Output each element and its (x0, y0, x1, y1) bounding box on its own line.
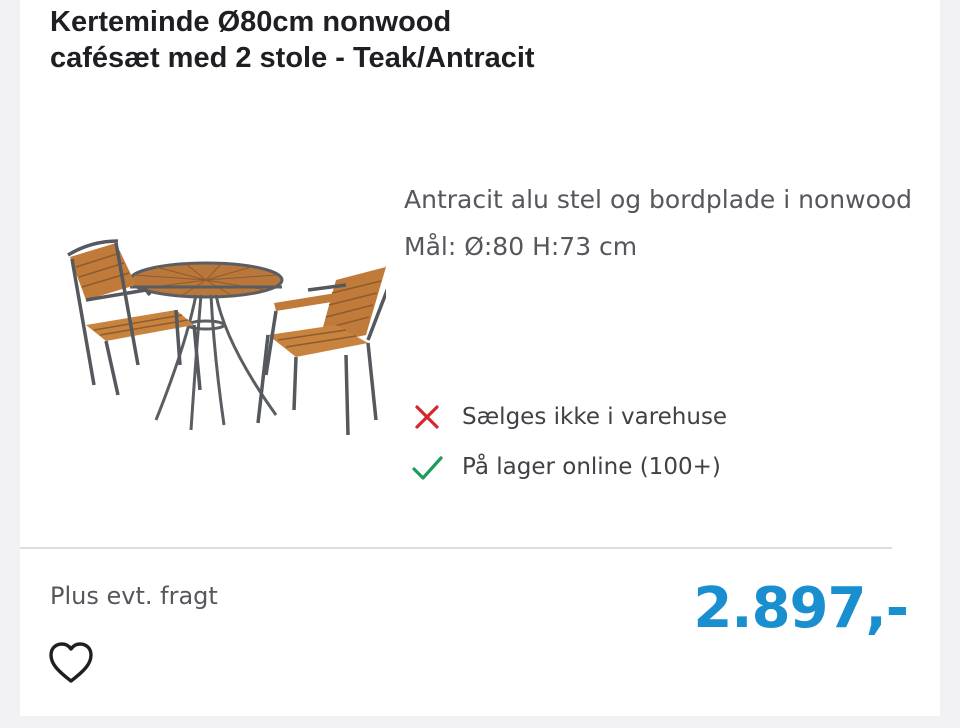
product-title-line-1: Kerteminde Ø80cm nonwood (50, 6, 452, 38)
check-icon (412, 456, 443, 480)
cross-icon (415, 405, 439, 429)
product-title[interactable]: Kerteminde Ø80cm nonwood cafésæt med 2 s… (50, 4, 750, 76)
availability-list: Sælges ikke i varehuse På lager online (… (410, 392, 727, 492)
availability-online: På lager online (100+) (410, 442, 727, 492)
heart-icon[interactable] (46, 638, 96, 688)
availability-online-text: På lager online (100+) (462, 454, 721, 480)
price: 2.897,- (693, 576, 909, 641)
product-card[interactable]: Kerteminde Ø80cm nonwood cafésæt med 2 s… (20, 0, 940, 716)
description-dimensions: Mål: Ø:80 H:73 cm (404, 232, 638, 261)
shipping-note: Plus evt. fragt (50, 582, 218, 610)
product-description: Antracit alu stel og bordplade i nonwood… (404, 176, 960, 270)
availability-store: Sælges ikke i varehuse (410, 392, 727, 442)
product-image[interactable] (46, 175, 386, 505)
description-material: Antracit alu stel og bordplade i nonwood (404, 185, 913, 214)
product-title-line-2: cafésæt med 2 stole - Teak/Antracit (50, 42, 535, 74)
availability-store-text: Sælges ikke i varehuse (462, 404, 728, 430)
divider (20, 547, 892, 549)
